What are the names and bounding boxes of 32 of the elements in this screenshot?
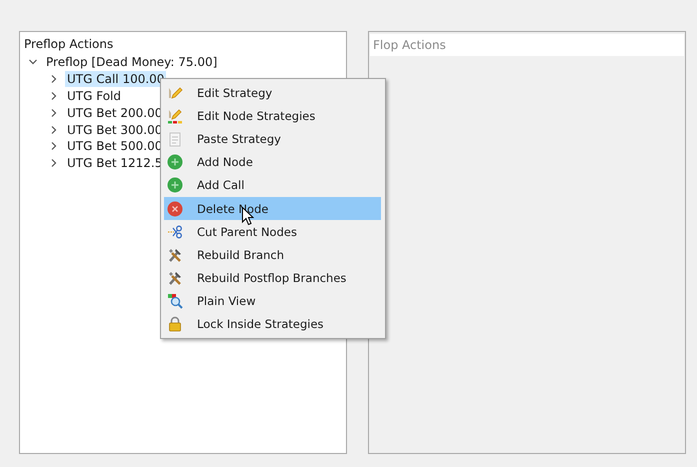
menu-item[interactable]: Lock Inside Strategies	[164, 312, 381, 336]
tools-icon	[167, 246, 183, 263]
magnifier-icon	[167, 293, 183, 310]
scissors-icon	[167, 224, 183, 240]
menu-item[interactable]: Add Call	[164, 174, 381, 197]
tools-icon	[167, 270, 183, 286]
tree-item[interactable]: UTG Fold	[65, 88, 123, 104]
lock-icon	[167, 316, 183, 332]
expand-chevron-icon[interactable]	[50, 92, 58, 100]
expand-chevron-icon[interactable]	[50, 108, 58, 117]
collapse-chevron-icon[interactable]	[29, 58, 37, 66]
menu-item[interactable]: Plain View	[164, 290, 381, 313]
tree-item[interactable]: Preflop [Dead Money: 75.00]	[44, 54, 220, 70]
clipboard-icon	[167, 130, 183, 147]
pencil-icon	[167, 84, 183, 101]
pencil-bars-icon	[167, 108, 183, 124]
menu-item[interactable]: Paste Strategy	[164, 127, 381, 151]
add-icon	[167, 154, 183, 170]
menu-item[interactable]: Rebuild Branch	[164, 243, 381, 266]
expand-chevron-icon[interactable]	[50, 75, 58, 84]
panel-title: Preflop Actions	[23, 36, 114, 53]
delete-icon	[167, 200, 183, 217]
menu-item[interactable]: Cut Parent Nodes	[164, 220, 381, 244]
menu-item[interactable]: Rebuild Postflop Branches	[164, 266, 381, 290]
expand-chevron-icon[interactable]	[50, 126, 58, 134]
panel-title: Flop Actions	[373, 38, 446, 52]
expand-chevron-icon[interactable]	[50, 159, 58, 168]
expand-chevron-icon[interactable]	[50, 142, 58, 150]
menu-item[interactable]: Edit Node Strategies	[164, 104, 381, 128]
menu-item[interactable]: Add Node	[164, 150, 381, 174]
add-icon	[167, 177, 183, 194]
menu-item[interactable]: Edit Strategy	[164, 81, 381, 104]
